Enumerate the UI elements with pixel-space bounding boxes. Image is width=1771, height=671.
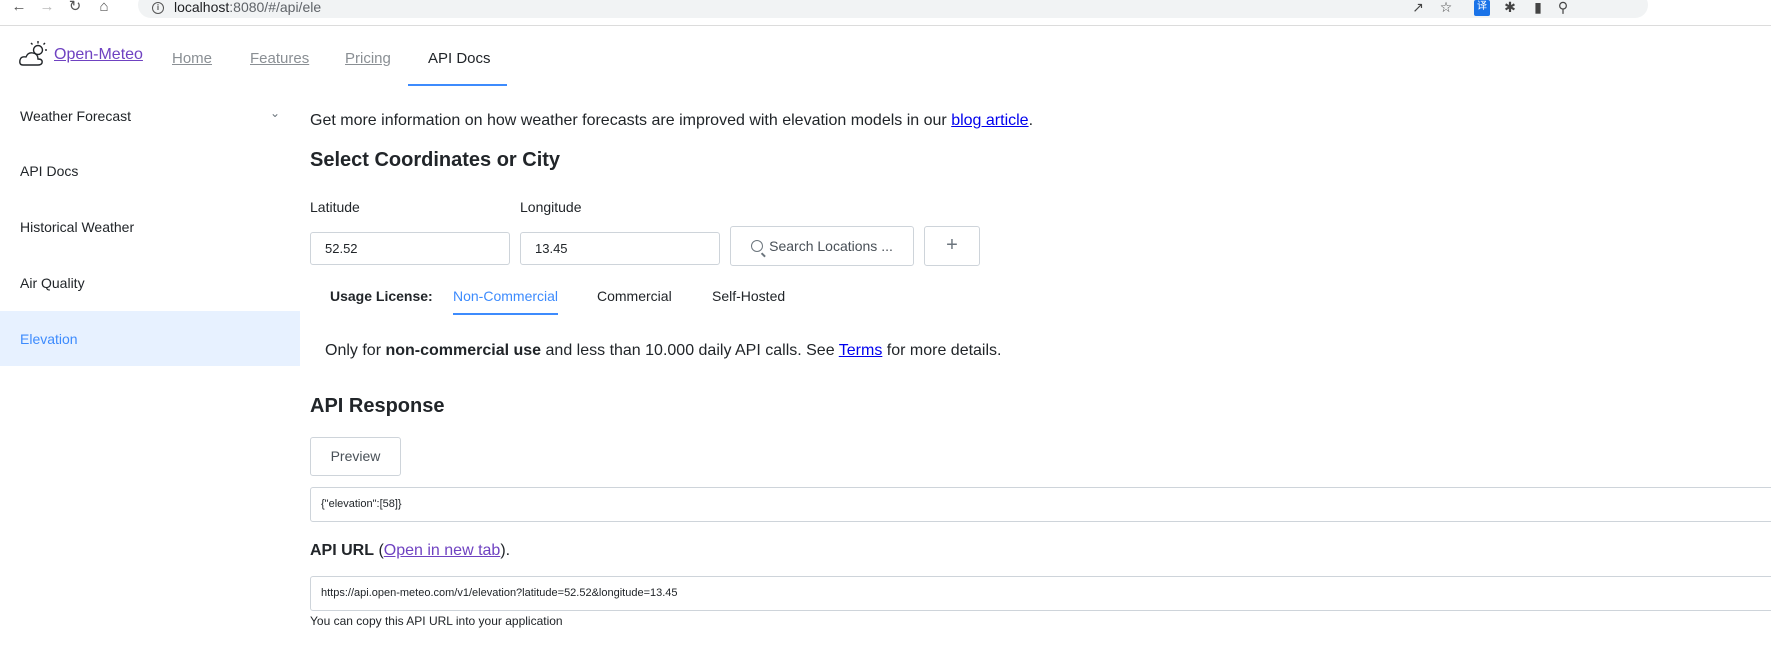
- longitude-label: Longitude: [520, 199, 582, 215]
- forward-icon[interactable]: →: [38, 0, 56, 16]
- intro-text: Get more information on how weather fore…: [310, 112, 1034, 129]
- sidebar-item-api-docs[interactable]: API Docs: [0, 143, 300, 198]
- profile-icon[interactable]: ⚲: [1555, 0, 1571, 16]
- terms-link[interactable]: Terms: [839, 342, 883, 359]
- back-icon[interactable]: ←: [10, 0, 28, 16]
- latitude-input[interactable]: [310, 232, 510, 265]
- sidebar-item-elevation[interactable]: Elevation: [0, 311, 300, 366]
- sidebar-item-label: Elevation: [20, 330, 78, 347]
- reload-icon[interactable]: ↻: [66, 0, 84, 16]
- tab-non-commercial[interactable]: Non-Commercial: [453, 288, 558, 304]
- search-locations-button[interactable]: Search Locations ...: [730, 226, 914, 266]
- top-navbar: Open-Meteo Home Features Pricing API Doc…: [0, 26, 1771, 86]
- longitude-input[interactable]: [520, 232, 720, 265]
- address-url[interactable]: localhost:8080/#/api/ele: [174, 0, 321, 15]
- add-location-button[interactable]: +: [924, 226, 980, 266]
- tab-active-indicator: [453, 313, 558, 315]
- browser-toolbar: ← → ↻ ⌂ i localhost:8080/#/api/ele ↗ ☆ 译…: [0, 0, 1771, 26]
- sidebar-item-air-quality[interactable]: Air Quality: [0, 255, 300, 310]
- sidebar-item-label: Air Quality: [20, 274, 85, 291]
- home-icon[interactable]: ⌂: [95, 0, 113, 16]
- search-icon: [751, 240, 764, 252]
- nav-api-docs[interactable]: API Docs: [428, 50, 491, 67]
- sidebar: Weather Forecast ⌄ API Docs Historical W…: [0, 88, 300, 368]
- bookmark-star-icon[interactable]: ☆: [1438, 0, 1454, 16]
- share-icon[interactable]: ↗: [1410, 0, 1426, 16]
- brand[interactable]: Open-Meteo: [18, 40, 143, 70]
- sidebar-item-label: Historical Weather: [20, 218, 135, 235]
- sidebar-item-historical-weather[interactable]: Historical Weather: [0, 199, 300, 254]
- translate-extension-icon[interactable]: 译: [1474, 0, 1490, 16]
- tab-self-hosted[interactable]: Self-Hosted: [712, 288, 785, 304]
- side-panel-icon[interactable]: ▮: [1530, 0, 1546, 16]
- latitude-label: Latitude: [310, 199, 360, 215]
- site-info-icon[interactable]: i: [152, 2, 164, 14]
- api-url-hint: You can copy this API URL into your appl…: [310, 614, 563, 628]
- nav-features[interactable]: Features: [250, 50, 309, 67]
- nav-active-indicator: [408, 84, 507, 86]
- weather-logo-icon: [19, 41, 47, 66]
- api-response-heading: API Response: [310, 395, 445, 417]
- sidebar-item-label: Weather Forecast: [20, 107, 132, 124]
- sidebar-item-weather-forecast[interactable]: Weather Forecast ⌄: [0, 88, 300, 143]
- chevron-down-icon[interactable]: ⌄: [270, 106, 280, 120]
- api-response-output[interactable]: {"elevation":[58]}: [310, 487, 1771, 522]
- blog-article-link[interactable]: blog article: [951, 112, 1028, 129]
- extensions-puzzle-icon[interactable]: ✱: [1502, 0, 1518, 16]
- tab-commercial[interactable]: Commercial: [597, 288, 672, 304]
- usage-license-label: Usage License:: [330, 288, 433, 304]
- select-coordinates-heading: Select Coordinates or City: [310, 149, 561, 171]
- nav-pricing[interactable]: Pricing: [345, 50, 391, 67]
- sidebar-item-label: API Docs: [20, 162, 79, 179]
- license-description: Only for non-commercial use and less tha…: [325, 342, 1002, 359]
- preview-button[interactable]: Preview: [310, 437, 401, 476]
- api-url-field[interactable]: https://api.open-meteo.com/v1/elevation?…: [310, 576, 1771, 611]
- open-in-new-tab-link[interactable]: Open in new tab: [384, 542, 501, 559]
- nav-home[interactable]: Home: [172, 50, 212, 67]
- api-url-heading: API URL (Open in new tab).: [310, 542, 511, 559]
- brand-link[interactable]: Open-Meteo: [54, 46, 143, 64]
